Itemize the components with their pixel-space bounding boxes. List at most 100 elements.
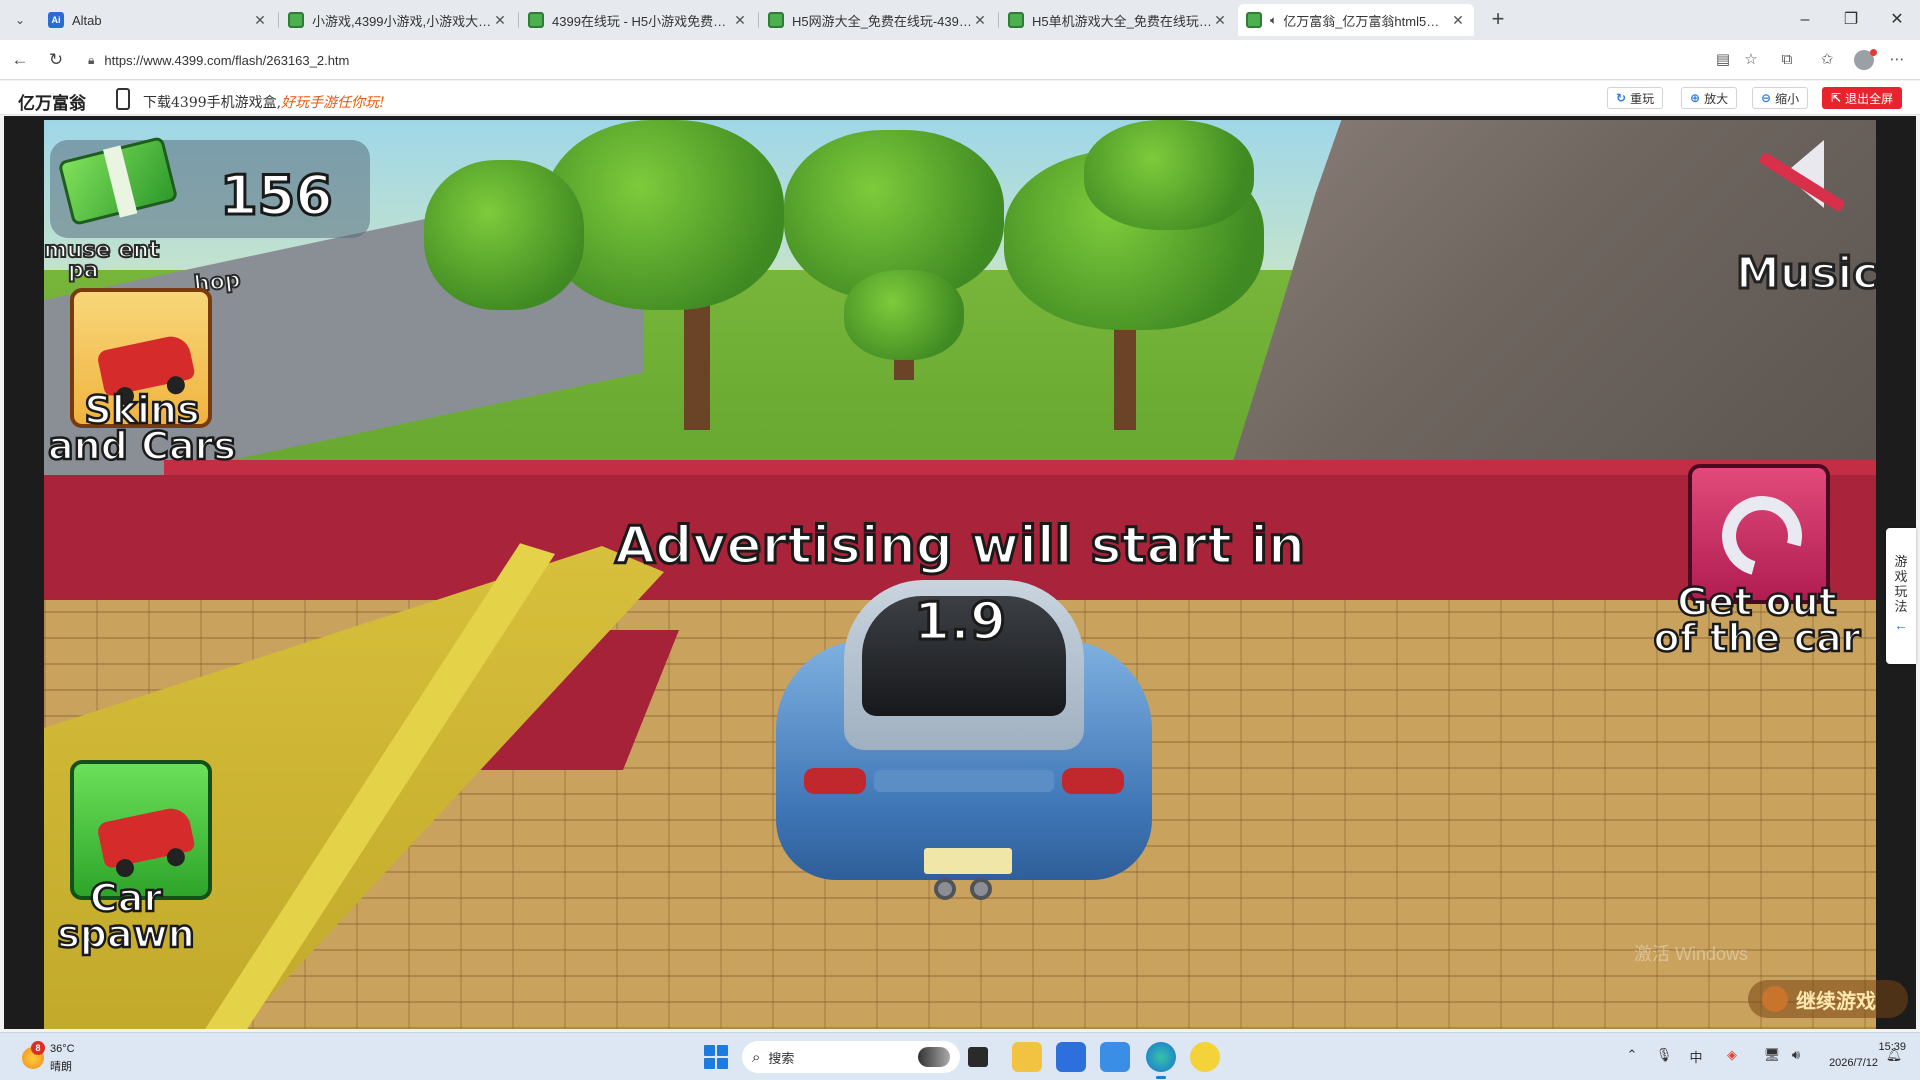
replay-label: 重玩 — [1630, 91, 1655, 106]
start-button[interactable] — [704, 1045, 728, 1069]
side-tab-char: 游 — [1894, 554, 1908, 569]
tree — [424, 160, 584, 310]
side-tab-char: 法 — [1894, 599, 1908, 614]
tab-divider — [278, 12, 279, 28]
tail-light — [804, 768, 866, 794]
tab-title: 亿万富翁_亿万富翁html5游戏 — [1283, 13, 1450, 29]
tab-4399-home[interactable]: 小游戏,4399小游戏,小游戏大全,双 ✕ — [280, 4, 516, 36]
reading-view-icon[interactable]: ▤ — [1712, 49, 1734, 71]
game-app-icon[interactable] — [1190, 1042, 1220, 1072]
promo-highlight: 好玩手游任你玩! — [281, 95, 385, 111]
whiteboard-icon[interactable] — [1100, 1042, 1130, 1072]
input-method-icon[interactable]: 中 — [1686, 1047, 1706, 1066]
tab-h5-online[interactable]: H5网游大全_免费在线玩-4399在线 ✕ — [760, 4, 996, 36]
exit-fullscreen-button[interactable]: ⇱ 退出全屏 — [1822, 87, 1903, 109]
favorite-star-icon[interactable]: ☆ — [1740, 49, 1762, 71]
edge-browser-icon[interactable] — [1146, 1042, 1176, 1079]
app-promo-link[interactable]: 下载4399手机游戏盒,好玩手游任你玩! — [143, 92, 385, 112]
tail-light — [1062, 768, 1124, 794]
network-icon[interactable]: 🖥︎ — [1762, 1047, 1782, 1063]
tab-actions-icon[interactable]: ⌄ — [8, 8, 32, 32]
amusement-park-sign-2: pa — [67, 257, 100, 284]
zoom-out-button[interactable]: ⊖ 缩小 — [1752, 87, 1809, 109]
speaker-icon[interactable]: 🔈︎ — [1270, 13, 1277, 28]
task-view-icon[interactable] — [968, 1047, 988, 1067]
side-tab-char: 戏 — [1894, 569, 1908, 584]
tab-billionaire-game[interactable]: 🔈︎ 亿万富翁_亿万富翁html5游戏 ✕ — [1238, 4, 1474, 36]
tab-divider — [998, 12, 999, 28]
game-canvas[interactable]: 156 muse ent pa hop Skins and Cars Car s… — [44, 120, 1876, 1029]
windows-logo-icon — [717, 1045, 728, 1056]
url-field[interactable]: 🔒︎ https://www.4399.com/flash/263163_2.h… — [78, 45, 1778, 75]
continue-game-label: 继续游戏 — [1796, 988, 1876, 1013]
activation-watermark: 激活 Windows — [1634, 944, 1749, 964]
minimize-icon[interactable]: – — [1782, 0, 1828, 40]
exhaust-pipe — [970, 878, 992, 900]
tab-title: 4399在线玩 - H5小游戏免费畅玩 — [552, 13, 732, 29]
pickup-truck-icon — [96, 804, 196, 870]
back-icon[interactable]: ← — [8, 48, 32, 72]
phone-icon — [116, 88, 130, 110]
clock-date[interactable]: 2026/7/12 — [1812, 1057, 1878, 1069]
favorites-list-icon[interactable]: ✩ — [1816, 49, 1838, 71]
taskbar-search[interactable]: ⌕ 搜索 — [742, 1041, 960, 1073]
4399-icon — [1246, 12, 1262, 28]
weather-temperature[interactable]: 36°C — [50, 1043, 75, 1055]
show-hidden-icons[interactable]: ⌃ — [1622, 1047, 1642, 1063]
ad-countdown: 1.9 — [912, 591, 1007, 654]
new-tab-button[interactable]: + — [1484, 6, 1512, 34]
game-box-icon — [1762, 986, 1788, 1012]
tab-title: H5网游大全_免费在线玩-4399在线 — [792, 13, 972, 29]
exhaust-pipe — [934, 878, 956, 900]
url-text: https://www.4399.com/flash/263163_2.htm — [104, 52, 350, 68]
address-bar: ← ↻ 🔒︎ https://www.4399.com/flash/263163… — [0, 40, 1920, 80]
tab-4399-h5[interactable]: 4399在线玩 - H5小游戏免费畅玩 ✕ — [520, 4, 756, 36]
music-toggle[interactable] — [1744, 140, 1846, 220]
replay-button[interactable]: ↻ 重玩 — [1607, 87, 1664, 109]
microphone-icon[interactable]: 🎙︎ — [1654, 1047, 1674, 1063]
zoom-in-button[interactable]: ⊕ 放大 — [1681, 87, 1738, 109]
extensions-icon[interactable]: ⧉ — [1776, 49, 1798, 71]
close-tab-icon[interactable]: ✕ — [1212, 12, 1228, 29]
replay-icon: ↻ — [1616, 91, 1627, 105]
amusement-park-sign: muse ent — [44, 237, 160, 264]
close-tab-icon[interactable]: ✕ — [1450, 12, 1466, 29]
tab-altab[interactable]: Ai Altab ✕ — [40, 4, 276, 36]
exit-fullscreen-icon: ⇱ — [1831, 91, 1842, 105]
4399-icon — [288, 12, 304, 28]
notification-icon[interactable]: 🔔︎ — [1884, 1047, 1904, 1063]
game-title: 亿万富翁 — [18, 94, 86, 114]
more-menu-icon[interactable]: ⋯ — [1886, 49, 1908, 71]
zoom-out-label: 缩小 — [1775, 91, 1800, 106]
weather-description[interactable]: 晴朗 — [50, 1058, 72, 1074]
money-counter: 156 — [219, 163, 335, 229]
windows-logo-icon — [704, 1045, 715, 1056]
continue-game-button[interactable]: 继续游戏 — [1748, 980, 1908, 1018]
4399-icon — [768, 12, 784, 28]
tab-divider — [758, 12, 759, 28]
search-highlight-icon — [918, 1047, 950, 1067]
file-explorer-icon[interactable] — [1012, 1042, 1042, 1072]
gameplay-guide-tab[interactable]: 游 戏 玩 法 ← — [1886, 528, 1916, 664]
skins-and-cars-label: Skins and Cars — [47, 388, 238, 468]
lock-icon[interactable]: 🔒︎ — [88, 53, 94, 68]
close-tab-icon[interactable]: ✕ — [492, 12, 508, 29]
close-window-icon[interactable]: ✕ — [1874, 0, 1920, 40]
music-label: Music — [1734, 247, 1876, 301]
refresh-icon[interactable]: ↻ — [44, 48, 68, 72]
car-rear-panel — [874, 770, 1054, 792]
close-tab-icon[interactable]: ✕ — [972, 12, 988, 29]
app-tray-icon[interactable]: ◈ — [1722, 1047, 1742, 1063]
tab-h5-single[interactable]: H5单机游戏大全_免费在线玩-4399 ✕ — [1000, 4, 1236, 36]
restore-icon[interactable]: ❐ — [1828, 0, 1874, 40]
close-tab-icon[interactable]: ✕ — [732, 12, 748, 29]
store-icon[interactable] — [1056, 1042, 1086, 1072]
4399-icon — [528, 12, 544, 28]
volume-icon[interactable]: 🔊︎ — [1786, 1047, 1806, 1063]
zoom-in-icon: ⊕ — [1690, 91, 1701, 105]
side-tab-char: 玩 — [1894, 584, 1908, 599]
taskbar: 8 36°C 晴朗 ⌕ 搜索 ⌃ 🎙︎ 中 ◈ 🖥︎ 🔊︎ 15:39 2026… — [0, 1032, 1920, 1080]
close-tab-icon[interactable]: ✕ — [252, 12, 268, 29]
ad-message: Advertising will start in — [613, 515, 1306, 578]
browser-tab-bar: ⌄ Ai Altab ✕ 小游戏,4399小游戏,小游戏大全,双 ✕ 4399在… — [0, 0, 1920, 40]
